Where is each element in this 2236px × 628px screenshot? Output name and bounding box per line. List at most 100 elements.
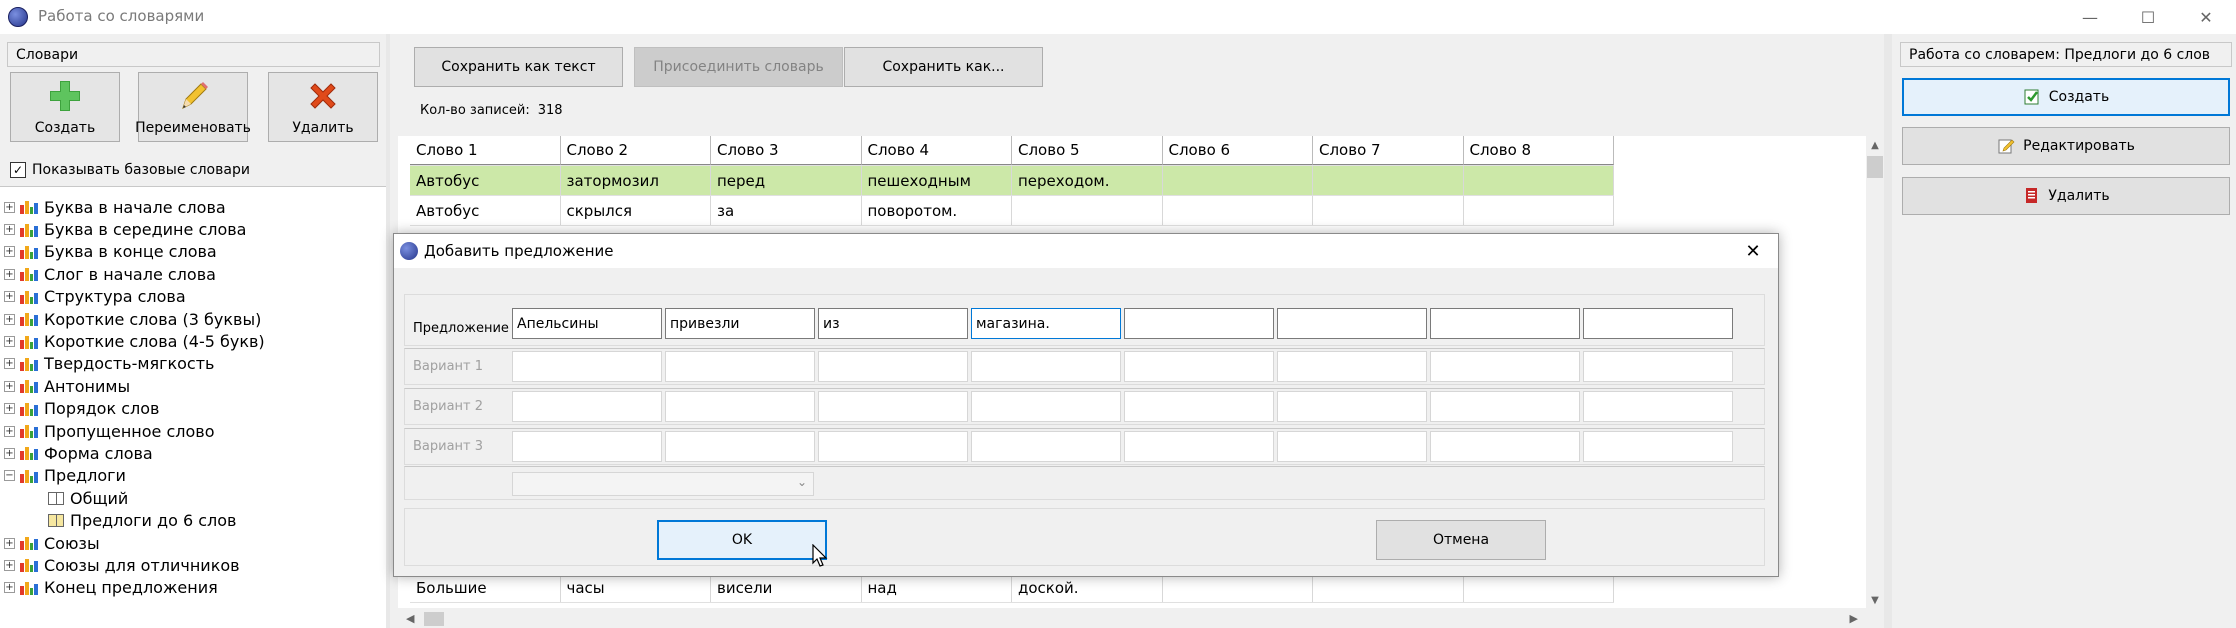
column-header[interactable]: Слово 7: [1313, 136, 1464, 165]
delete-dictionary-button[interactable]: Удалить: [268, 72, 378, 142]
table-row[interactable]: Автобус скрылся за поворотом.: [410, 196, 1614, 226]
expand-icon[interactable]: +: [4, 403, 15, 415]
dialog-title: Добавить предложение: [424, 242, 614, 260]
tree-item[interactable]: + Слог в начале слова: [0, 263, 272, 285]
column-header[interactable]: Слово 3: [711, 136, 862, 165]
scroll-right-icon[interactable]: ▶: [1850, 612, 1858, 625]
show-base-checkbox[interactable]: ✓: [10, 162, 26, 178]
sentence-word-input[interactable]: [1583, 308, 1733, 339]
expand-icon[interactable]: +: [4, 313, 15, 325]
tree-item[interactable]: + Короткие слова (4-5 букв): [0, 330, 272, 352]
column-header[interactable]: Слово 2: [560, 136, 711, 165]
collapse-icon[interactable]: −: [4, 470, 15, 482]
tree-item[interactable]: + Союзы: [0, 532, 272, 554]
scroll-left-icon[interactable]: ◀: [406, 612, 414, 625]
expand-icon[interactable]: +: [4, 447, 15, 459]
maximize-button[interactable]: ☐: [2118, 0, 2178, 34]
tree-item[interactable]: + Твердость-мягкость: [0, 353, 272, 375]
tree-item-label: Короткие слова (4-5 букв): [44, 332, 265, 352]
attach-dictionary-button: Присоединить словарь: [634, 47, 843, 87]
variant-word-input: [818, 391, 968, 422]
expand-icon[interactable]: +: [4, 246, 15, 258]
close-button[interactable]: ✕: [2176, 0, 2236, 34]
dictionary-work-panel-label: Работа со словарем: Предлоги до 6 слов: [1900, 42, 2232, 67]
ok-button[interactable]: OK: [657, 520, 827, 560]
tree-item[interactable]: + Буква в середине слова: [0, 218, 272, 240]
variant-word-input: [1277, 391, 1427, 422]
table-row[interactable]: Автобус затормозил перед пешеходным переходо…: [410, 166, 1614, 196]
tree-item-label: Короткие слова (3 буквы): [44, 309, 262, 329]
variant-words: [512, 391, 1733, 422]
edit-entry-button[interactable]: Редактировать: [1902, 127, 2230, 165]
dictionary-icon: [20, 267, 38, 282]
right-splitter[interactable]: [1884, 34, 1892, 628]
dictionary-icon: [20, 335, 38, 349]
column-header[interactable]: Слово 4: [861, 136, 1012, 165]
left-splitter[interactable]: [386, 34, 390, 628]
show-base-dictionaries[interactable]: ✓ Показывать базовые словари: [10, 162, 250, 178]
save-as-text-button[interactable]: Сохранить как текст: [414, 47, 623, 87]
tree-item[interactable]: + Конец предложения: [0, 577, 272, 599]
create-dictionary-button[interactable]: Создать: [10, 72, 120, 142]
rename-dictionary-button[interactable]: Переименовать: [135, 72, 251, 142]
tree-subitem[interactable]: Общий: [0, 487, 272, 509]
horizontal-scrollbar[interactable]: ◀ ▶: [398, 610, 1866, 628]
expand-icon[interactable]: +: [4, 537, 15, 549]
dictionary-icon: [20, 536, 38, 551]
variant-combobox[interactable]: ⌄: [512, 472, 814, 496]
tree-subitem-label: Предлоги до 6 слов: [70, 511, 237, 531]
expand-icon[interactable]: +: [4, 380, 15, 392]
column-header[interactable]: Слово 1: [410, 136, 561, 165]
tree-item[interactable]: + Буква в начале слова: [0, 196, 272, 218]
column-header[interactable]: Слово 5: [1012, 136, 1163, 165]
tree-item-label: Союзы для отличников: [44, 555, 240, 575]
sentence-word-input[interactable]: [1124, 308, 1274, 339]
sentence-word-input[interactable]: Апельсины: [512, 308, 662, 339]
scroll-down-icon[interactable]: ▼: [1866, 595, 1884, 606]
expand-icon[interactable]: +: [4, 559, 15, 571]
column-header[interactable]: Слово 6: [1162, 136, 1313, 165]
dialog-close-button[interactable]: ✕: [1738, 238, 1768, 264]
tree-item[interactable]: + Пропущенное слово: [0, 420, 272, 442]
horizontal-scroll-thumb[interactable]: [424, 612, 444, 626]
variant-word-input: [971, 351, 1121, 382]
vertical-scrollbar[interactable]: ▲ ▼: [1866, 136, 1884, 608]
sentence-word-input[interactable]: [1430, 308, 1580, 339]
delete-entry-button[interactable]: Удалить: [1902, 177, 2230, 215]
tree-item[interactable]: + Форма слова: [0, 442, 272, 464]
cancel-button[interactable]: Отмена: [1376, 520, 1546, 560]
expand-icon[interactable]: +: [4, 201, 15, 213]
dialog-title-bar: Добавить предложение ✕: [394, 234, 1778, 268]
expand-icon[interactable]: +: [4, 291, 15, 303]
tree-item[interactable]: + Антонимы: [0, 375, 272, 397]
sentence-word-input[interactable]: привезли: [665, 308, 815, 339]
expand-icon[interactable]: +: [4, 224, 15, 236]
save-as-button[interactable]: Сохранить как...: [844, 47, 1043, 87]
create-entry-button[interactable]: Создать: [1902, 78, 2230, 116]
tree-item[interactable]: + Буква в конце слова: [0, 241, 272, 263]
sentence-word-input[interactable]: магазина.: [971, 308, 1121, 339]
tree-item[interactable]: + Порядок слов: [0, 398, 272, 420]
tree-item[interactable]: + Структура слова: [0, 286, 272, 308]
scroll-up-icon[interactable]: ▲: [1866, 140, 1884, 151]
variant-word-input: [971, 431, 1121, 462]
book-icon: [48, 491, 64, 505]
expand-icon[interactable]: +: [4, 425, 15, 437]
expand-icon[interactable]: +: [4, 336, 15, 348]
minimize-button[interactable]: —: [2060, 0, 2120, 34]
sentence-label: Предложение: [413, 321, 509, 336]
vertical-scroll-thumb[interactable]: [1867, 156, 1883, 178]
sentence-word-input[interactable]: из: [818, 308, 968, 339]
tree-item[interactable]: + Союзы для отличников: [0, 554, 272, 576]
tree-item[interactable]: − Предлоги: [0, 465, 272, 487]
tree-item[interactable]: + Короткие слова (3 буквы): [0, 308, 272, 330]
expand-icon[interactable]: +: [4, 582, 15, 594]
tree-subitem[interactable]: Предлоги до 6 слов: [0, 509, 272, 531]
column-header[interactable]: Слово 8: [1463, 136, 1614, 165]
expand-icon[interactable]: +: [4, 268, 15, 280]
table-row[interactable]: Большие часы висели над доской.: [410, 573, 1614, 603]
table-cell: переходом.: [1012, 166, 1163, 195]
table-cell: [1313, 573, 1464, 602]
expand-icon[interactable]: +: [4, 358, 15, 370]
sentence-word-input[interactable]: [1277, 308, 1427, 339]
